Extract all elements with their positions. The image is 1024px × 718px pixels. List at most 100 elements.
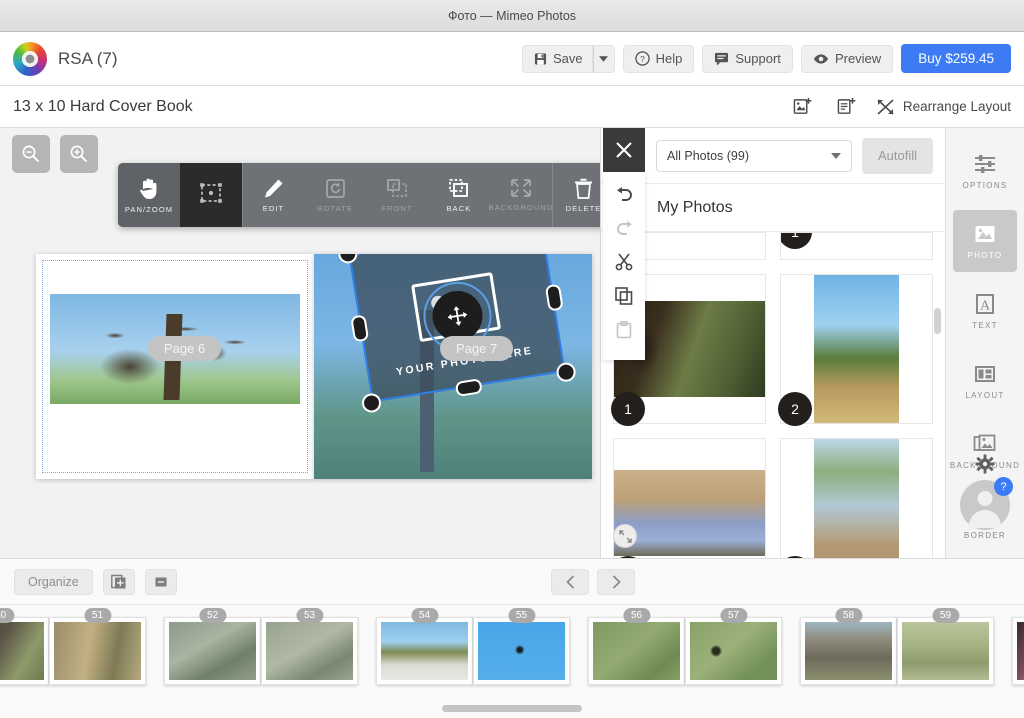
filmstrip-page[interactable]: 50 (0, 608, 49, 685)
filmstrip-page-image (54, 622, 141, 680)
photo-thumb-item[interactable]: 1 (778, 438, 933, 558)
page-right[interactable]: YOUR PHOTO HERE (314, 254, 592, 479)
sidebar-item-options[interactable]: OPTIONS (953, 140, 1017, 202)
filmstrip-page-number: 51 (83, 608, 112, 623)
zoom-out-icon (22, 145, 40, 163)
buy-button[interactable]: Buy $259.45 (901, 44, 1011, 73)
filmstrip-page[interactable]: 55 (473, 608, 570, 685)
zoom-controls (12, 135, 98, 173)
sidebar-item-text[interactable]: A TEXT (953, 280, 1017, 342)
filmstrip-page[interactable]: 60 (1012, 617, 1024, 685)
filmstrip-page[interactable]: 57 (685, 608, 782, 685)
filmstrip-spread[interactable]: 56 57 (588, 608, 782, 685)
photo-thumb-item[interactable]: 1 (780, 232, 933, 260)
photo-thumb-item[interactable]: 2 (778, 274, 933, 426)
project-name: RSA (7) (58, 48, 118, 68)
filmstrip-page-number: 56 (622, 608, 651, 623)
save-button[interactable]: Save (522, 44, 593, 73)
tool-crop[interactable] (180, 163, 242, 227)
filmstrip-spread[interactable]: 60 61 (1012, 617, 1024, 685)
filmstrip-page-image (478, 622, 565, 680)
cut-button[interactable] (603, 248, 645, 276)
expand-panel-button[interactable] (613, 524, 637, 548)
filmstrip-page-image (593, 622, 680, 680)
sidebar-item-layout[interactable]: LAYOUT (953, 350, 1017, 412)
filmstrip-scrollbar-thumb[interactable] (442, 704, 582, 712)
undo-icon (616, 186, 632, 201)
preview-button[interactable]: Preview (800, 44, 894, 73)
preview-label: Preview (834, 51, 882, 66)
add-text-button[interactable] (825, 92, 869, 122)
filmstrip-spread[interactable]: 50 51 (0, 608, 146, 685)
copy-button[interactable] (603, 282, 645, 310)
photos-grid-inner: 1 1 1 2 1 (611, 232, 933, 558)
tool-pan-zoom[interactable]: PAN/ZOOM (118, 163, 180, 227)
filmstrip-spread[interactable]: 54 55 (376, 608, 570, 685)
filmstrip-page[interactable]: 56 (588, 608, 685, 685)
page-canvas[interactable]: Page 6 Page 7 YOUR PHOTO HERE PAN/ZOOM E… (0, 128, 600, 558)
zoom-in-button[interactable] (60, 135, 98, 173)
filmstrip-page[interactable]: 59 (897, 608, 994, 685)
edit-tool-rail (603, 128, 645, 360)
paste-button (603, 316, 645, 344)
support-button[interactable]: Support (702, 44, 793, 73)
zoom-out-button[interactable] (12, 135, 50, 173)
tool-front-label: FRONT (381, 203, 413, 213)
add-pages-button[interactable] (102, 568, 135, 595)
tool-back-label: BACK (446, 203, 472, 213)
photo-thumb-image (614, 470, 765, 556)
filmstrip-spread[interactable]: 58 59 (800, 608, 994, 685)
image-icon (975, 225, 995, 242)
tool-rotate: ROTATE (304, 163, 366, 227)
gear-icon (975, 454, 995, 474)
photo-usage-badge: 1 (611, 392, 645, 426)
filmstrip-page[interactable]: 53 (261, 608, 358, 685)
tool-delete[interactable]: DELETE (552, 163, 600, 227)
photo-usage-badge: 2 (778, 392, 812, 426)
save-dropdown-button[interactable] (592, 44, 615, 73)
tool-back[interactable]: BACK (428, 163, 490, 227)
sliders-icon (975, 154, 995, 173)
question-circle-icon: ? (634, 51, 650, 66)
right-sidebar: OPTIONS PHOTO A TEXT LAYOUT BORDER ? (945, 128, 1024, 558)
organize-button[interactable]: Organize (14, 568, 93, 595)
filmstrip-page[interactable]: 52 (164, 608, 261, 685)
filmstrip-page-image (381, 622, 468, 680)
help-label: Help (655, 51, 683, 66)
remove-pages-icon (155, 577, 167, 586)
photos-grid[interactable]: 1 1 1 2 1 (601, 232, 945, 558)
photos-panel-scrollbar[interactable] (934, 308, 941, 334)
remove-pages-button[interactable] (144, 568, 177, 595)
bring-front-icon (387, 178, 407, 197)
filmstrip-page[interactable]: 51 (49, 608, 146, 685)
sidebar-label-border: BORDER (963, 530, 1007, 540)
filmstrip-page[interactable]: 54 (376, 608, 473, 685)
filmstrip-page-number: 59 (931, 608, 960, 623)
next-page-button[interactable] (597, 568, 636, 595)
subheader-actions: Rearrange Layout (781, 92, 1011, 122)
photos-panel-toolbar: All Photos (99) Autofill (601, 128, 945, 184)
filmstrip-page[interactable]: 58 (800, 608, 897, 685)
save-label: Save (553, 51, 583, 66)
filmstrip-page-number: 52 (198, 608, 227, 623)
pages-filmstrip[interactable]: 50 51 52 53 54 (0, 605, 1024, 697)
undo-button[interactable] (603, 180, 645, 208)
book-title: 13 x 10 Hard Cover Book (13, 97, 193, 115)
photo-thumb-image (814, 275, 899, 423)
filmstrip-spread[interactable]: 52 53 (164, 608, 358, 685)
chevron-left-icon (566, 574, 574, 589)
page-left[interactable] (36, 254, 314, 479)
close-panel-button[interactable] (603, 128, 645, 172)
help-button[interactable]: ? Help (622, 44, 695, 73)
tool-edit[interactable]: EDIT (242, 163, 304, 227)
album-select[interactable]: All Photos (99) (656, 139, 852, 172)
autofill-button[interactable]: Autofill (861, 137, 933, 174)
sidebar-item-photo[interactable]: PHOTO (953, 210, 1017, 272)
help-badge[interactable]: ? (994, 477, 1013, 496)
rearrange-layout-button[interactable]: Rearrange Layout (869, 98, 1011, 116)
add-photo-button[interactable] (781, 92, 825, 122)
user-avatar[interactable]: ? (960, 477, 1013, 530)
close-icon (616, 142, 632, 158)
prev-page-button[interactable] (551, 568, 590, 595)
settings-gear-button[interactable] (975, 454, 995, 474)
